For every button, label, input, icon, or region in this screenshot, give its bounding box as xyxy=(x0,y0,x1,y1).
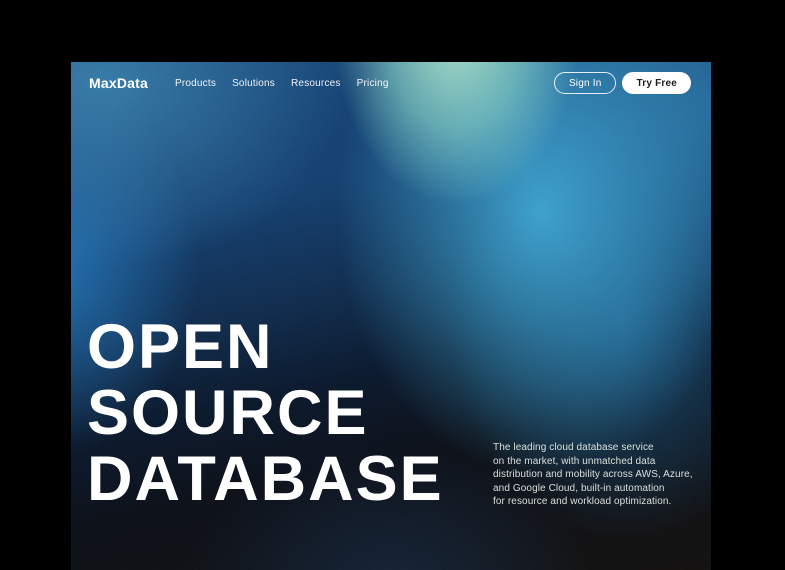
nav-link-products[interactable]: Products xyxy=(175,78,216,89)
hero-headline: OPEN SOURCE DATABASE xyxy=(87,314,444,512)
brand-logo[interactable]: MaxData xyxy=(89,75,148,91)
nav-link-solutions[interactable]: Solutions xyxy=(232,78,275,89)
nav-link-resources[interactable]: Resources xyxy=(291,78,341,89)
try-free-button[interactable]: Try Free xyxy=(622,72,691,94)
page-background: MaxData Products Solutions Resources Pri… xyxy=(0,0,785,570)
main-nav: Products Solutions Resources Pricing xyxy=(175,78,389,89)
top-navigation: MaxData Products Solutions Resources Pri… xyxy=(71,62,711,94)
sign-in-button[interactable]: Sign In xyxy=(554,72,617,94)
hero-description: The leading cloud database service on th… xyxy=(493,441,711,509)
hero-panel: MaxData Products Solutions Resources Pri… xyxy=(71,62,711,570)
nav-link-pricing[interactable]: Pricing xyxy=(357,78,389,89)
header-actions: Sign In Try Free xyxy=(554,72,691,94)
